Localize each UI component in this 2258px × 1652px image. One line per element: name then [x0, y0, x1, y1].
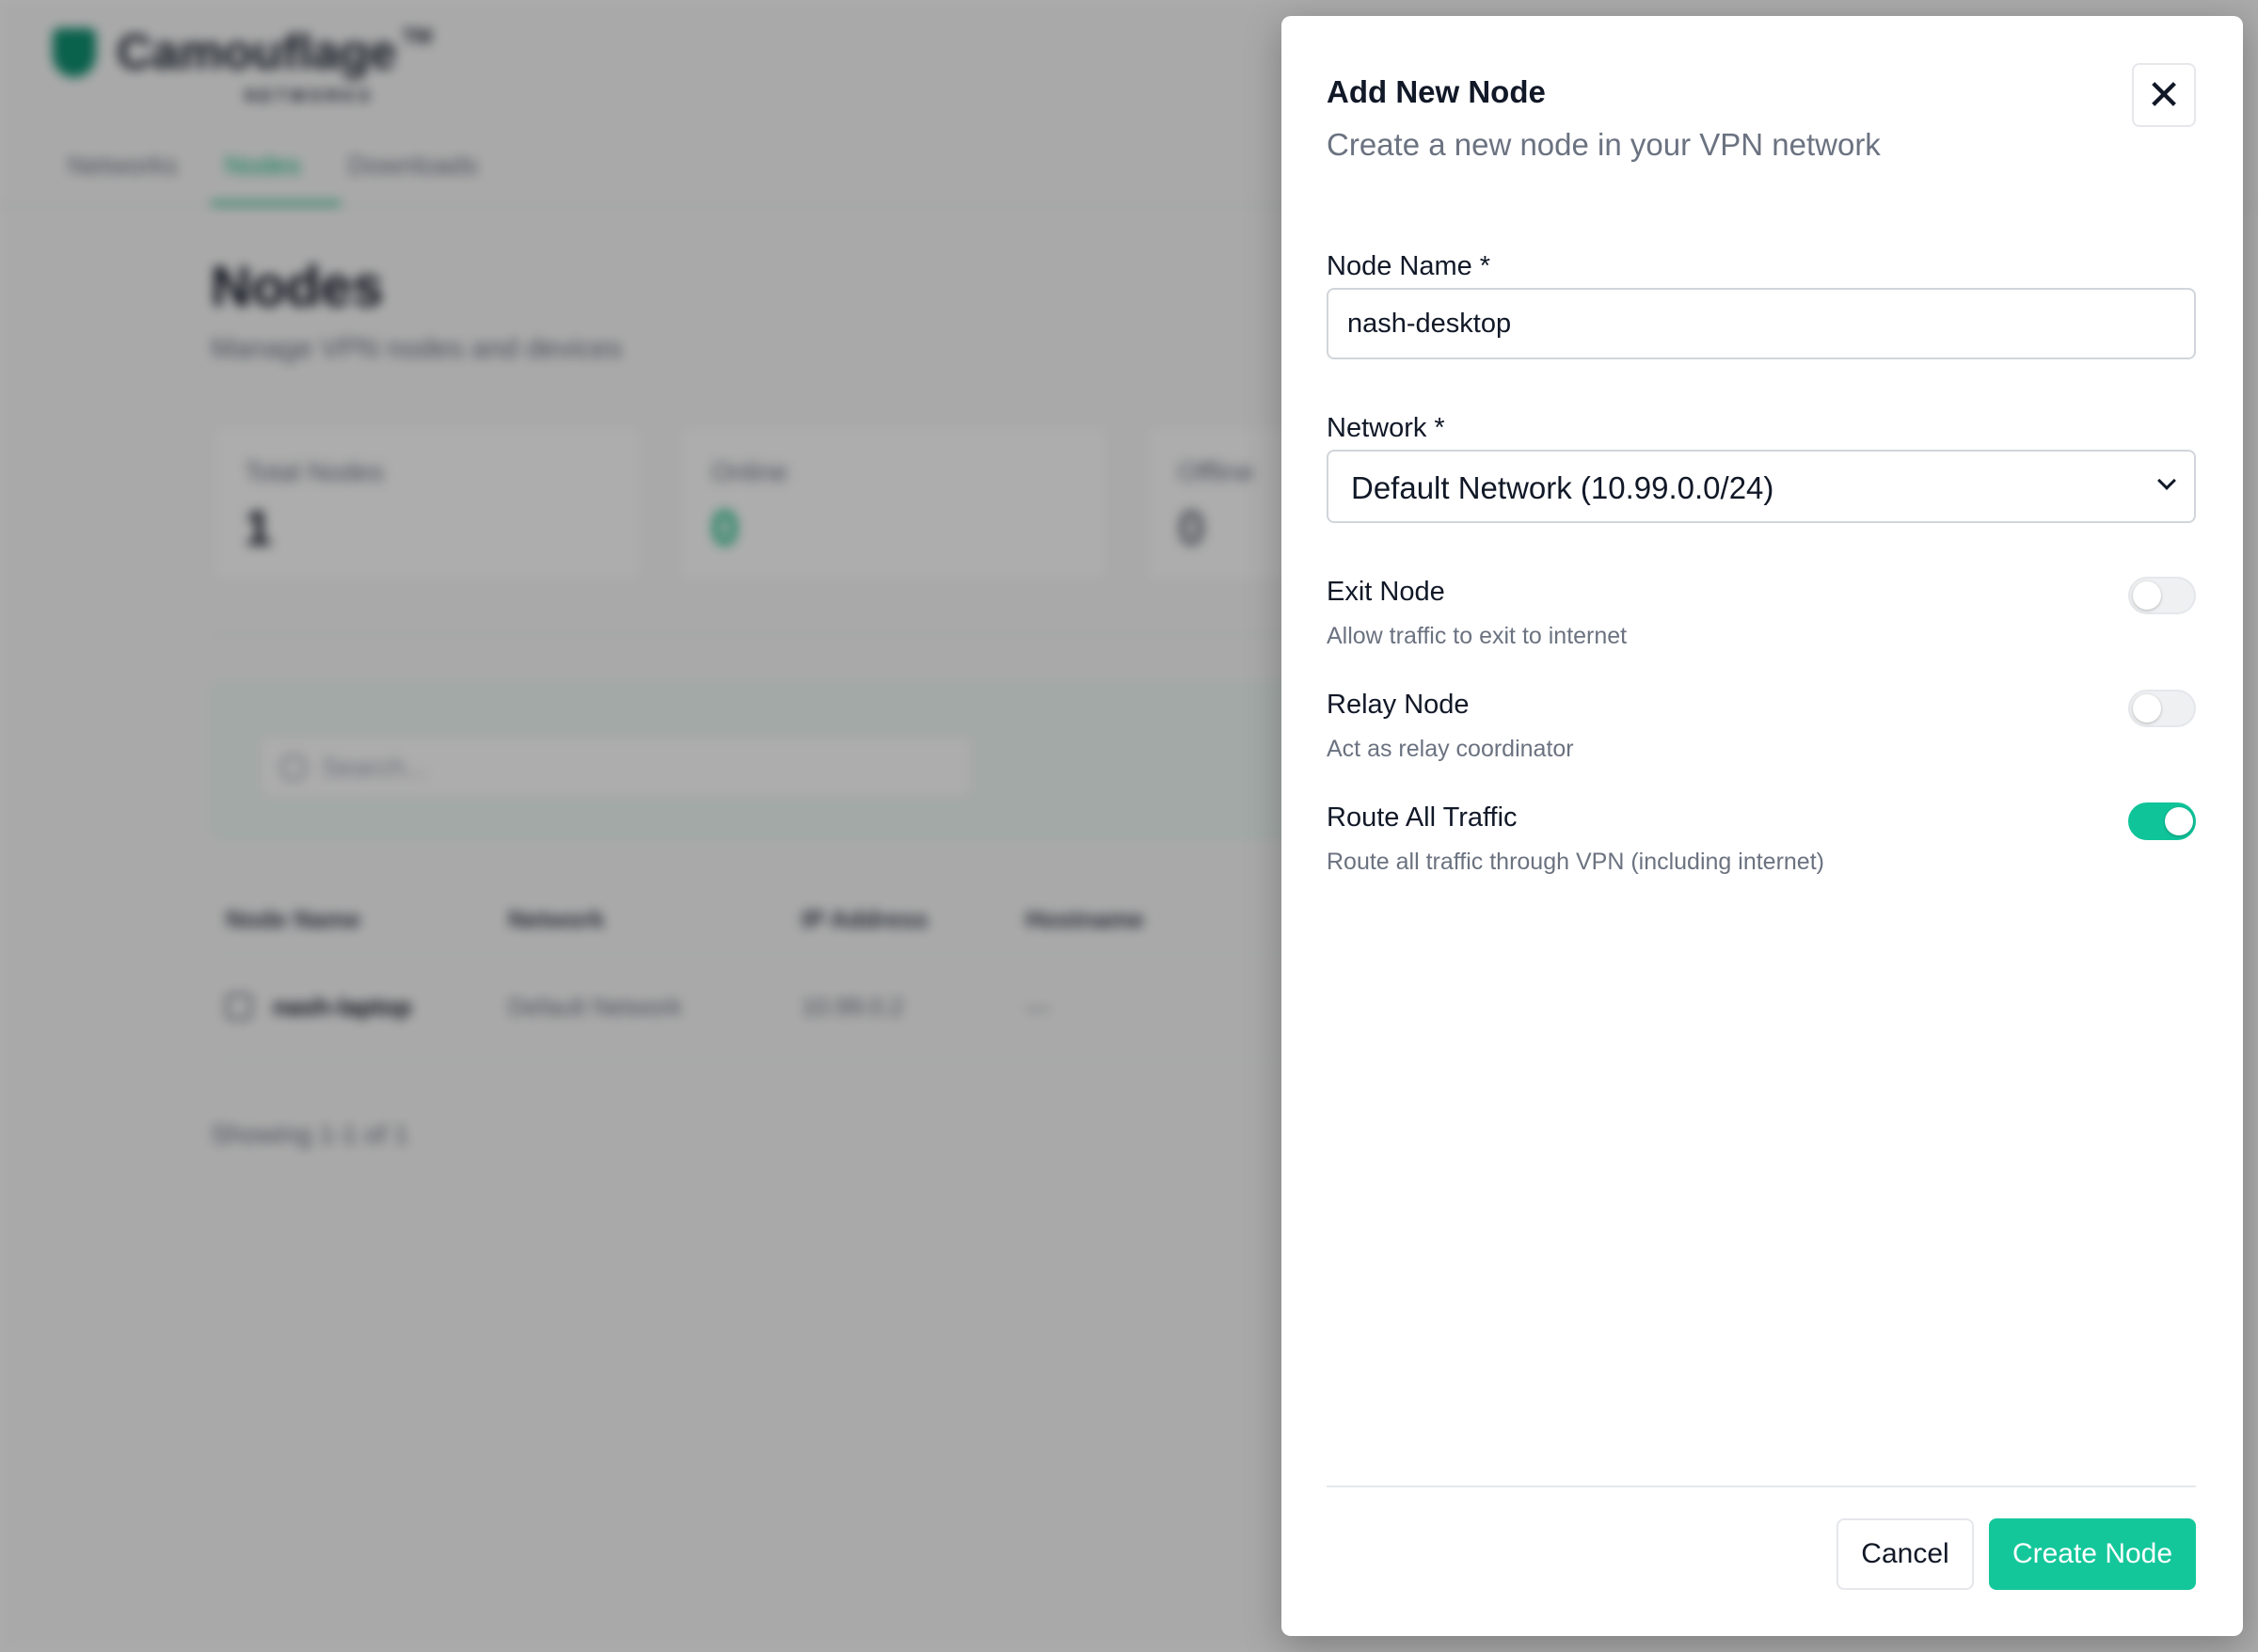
modal-title: Add New Node — [1327, 74, 1546, 109]
toggle-knob — [2165, 807, 2193, 835]
relay-node-description: Act as relay coordinator — [1327, 736, 1574, 762]
chevron-down-icon — [2157, 471, 2176, 490]
create-node-button[interactable]: Create Node — [1989, 1518, 2196, 1590]
exit-node-description: Allow traffic to exit to internet — [1327, 623, 1628, 649]
exit-node-label: Exit Node — [1327, 577, 1445, 607]
node-name-label: Node Name * — [1327, 251, 1491, 281]
add-node-modal: Add New Node Create a new node in your V… — [1281, 16, 2243, 1636]
network-select[interactable]: Default Network (10.99.0.0/24) — [1327, 450, 2196, 523]
cancel-button[interactable]: Cancel — [1837, 1518, 1974, 1590]
route-all-traffic-toggle[interactable] — [2128, 802, 2196, 840]
footer-divider — [1327, 1485, 2196, 1487]
toggle-knob — [2133, 694, 2161, 723]
route-all-traffic-label: Route All Traffic — [1327, 802, 1518, 833]
network-label: Network * — [1327, 413, 1445, 443]
relay-node-toggle[interactable] — [2128, 690, 2196, 727]
exit-node-toggle[interactable] — [2128, 577, 2196, 614]
modal-subtitle: Create a new node in your VPN network — [1327, 127, 1881, 162]
network-select-value: Default Network (10.99.0.0/24) — [1351, 470, 1774, 505]
relay-node-label: Relay Node — [1327, 690, 1470, 720]
toggle-knob — [2133, 581, 2161, 610]
route-all-traffic-description: Route all traffic through VPN (including… — [1327, 849, 1824, 875]
close-icon: ✕ — [2146, 71, 2182, 119]
node-name-input[interactable] — [1327, 288, 2196, 359]
close-button[interactable]: ✕ — [2132, 63, 2196, 127]
